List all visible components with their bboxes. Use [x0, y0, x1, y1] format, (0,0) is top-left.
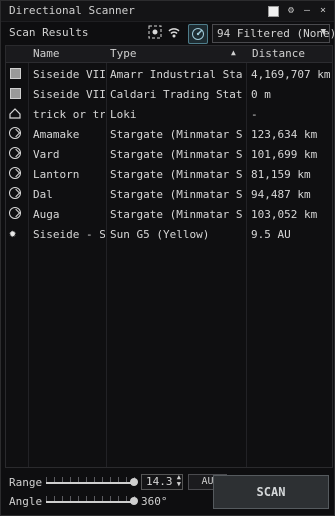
- toolbar: Scan Results 94 Filtered (None) ▼: [1, 22, 335, 44]
- angle-label: Angle: [9, 495, 43, 508]
- range-input-value: 14.3: [146, 475, 173, 488]
- stargate-icon: [9, 127, 23, 141]
- minimize-icon[interactable]: –: [301, 5, 313, 17]
- table-row[interactable]: Lantorn Stargate (Minmatar System) 81,159 …: [6, 164, 332, 184]
- type-cell: Caldari Trading Station: [110, 88, 243, 101]
- type-cell: Sun G5 (Yellow): [110, 228, 210, 241]
- angle-slider-fill: [46, 501, 135, 503]
- type-cell: Stargate (Minmatar System): [110, 208, 243, 221]
- name-cell: Dal: [33, 188, 53, 201]
- distance-cell: 9.5 AU: [251, 228, 291, 241]
- type-cell: Amarr Industrial Station: [110, 68, 243, 81]
- directional-scanner-window: Directional Scanner ⚙ – × Scan Results 9…: [0, 0, 335, 516]
- table-row[interactable]: Dal Stargate (Minmatar System) 94,487 km: [6, 184, 332, 204]
- signal-icon[interactable]: [166, 25, 182, 41]
- range-slider-fill: [46, 482, 135, 484]
- angle-value: 360°: [141, 495, 168, 508]
- name-cell: Siseide VII - Caldari Trading Station: [33, 88, 105, 101]
- table-header: Name Type ▲ Distance: [6, 46, 332, 63]
- name-cell: Amamake: [33, 128, 80, 141]
- range-slider-knob[interactable]: [130, 478, 139, 486]
- stargate-icon: [9, 167, 23, 181]
- distance-cell: 4,169,707 km: [251, 68, 330, 81]
- close-icon[interactable]: ×: [317, 5, 329, 17]
- filter-select-value: 94 Filtered (None): [217, 27, 335, 40]
- range-label: Range: [9, 476, 43, 489]
- filter-select[interactable]: 94 Filtered (None) ▼: [212, 24, 335, 43]
- stargate-icon: [9, 187, 23, 201]
- name-cell: Auga: [33, 208, 60, 221]
- name-cell: Siseide - Star: [33, 228, 105, 241]
- scan-button[interactable]: SCAN: [213, 475, 329, 509]
- table-row[interactable]: Vard Stargate (Minmatar System) 101,699 km: [6, 144, 332, 164]
- distance-cell: 0 m: [251, 88, 271, 101]
- camera-icon[interactable]: [147, 25, 163, 41]
- name-cell: Lantorn: [33, 168, 80, 181]
- type-cell: Stargate (Minmatar System): [110, 188, 243, 201]
- titlebar[interactable]: Directional Scanner ⚙ – ×: [1, 1, 334, 22]
- range-slider[interactable]: [46, 475, 139, 486]
- scan-results-table: Name Type ▲ Distance Siseide VII - Amarr…: [5, 45, 333, 468]
- distance-cell: -: [251, 108, 258, 121]
- pin-icon[interactable]: [267, 5, 279, 17]
- table-row[interactable]: trick or treet Loki -: [6, 104, 332, 124]
- stargate-icon: [9, 147, 23, 161]
- table-row[interactable]: Auga Stargate (Minmatar System) 103,052 km: [6, 204, 332, 224]
- range-input[interactable]: 14.3 ▲ ▼: [141, 474, 183, 490]
- distance-cell: 81,159 km: [251, 168, 311, 181]
- name-cell: trick or treet: [33, 108, 105, 121]
- distance-cell: 103,052 km: [251, 208, 318, 221]
- table-row[interactable]: Siseide VII - Amarr Industrial Station Am…: [6, 64, 332, 84]
- distance-cell: 123,634 km: [251, 128, 318, 141]
- station-icon: [9, 87, 23, 101]
- chevron-down-icon: ▼: [320, 27, 326, 37]
- name-cell: Vard: [33, 148, 60, 161]
- table-row[interactable]: Amamake Stargate (Minmatar System) 123,634…: [6, 124, 332, 144]
- type-cell: Loki: [110, 108, 137, 121]
- column-header-name[interactable]: Name: [33, 47, 60, 61]
- name-cell: Siseide VII - Amarr Industrial Station: [33, 68, 105, 81]
- sort-ascending-icon: ▲: [231, 48, 236, 57]
- angle-slider-knob[interactable]: [130, 497, 139, 505]
- dscan-toggle-icon[interactable]: [188, 24, 208, 44]
- column-header-distance[interactable]: Distance: [252, 47, 305, 61]
- type-cell: Stargate (Minmatar System): [110, 168, 243, 181]
- sun-icon: ✹: [9, 227, 17, 240]
- ship-icon: [9, 107, 23, 121]
- spinner-arrows-icon[interactable]: ▲ ▼: [177, 474, 181, 488]
- scan-results-label: Scan Results: [9, 26, 89, 39]
- table-row[interactable]: ✹ Siseide - Star Sun G5 (Yellow) 9.5 AU: [6, 224, 332, 244]
- type-cell: Stargate (Minmatar System): [110, 148, 243, 161]
- distance-cell: 94,487 km: [251, 188, 311, 201]
- window-title: Directional Scanner: [9, 4, 135, 17]
- distance-cell: 101,699 km: [251, 148, 318, 161]
- type-cell: Stargate (Minmatar System): [110, 128, 243, 141]
- angle-slider[interactable]: [46, 494, 139, 505]
- station-icon: [9, 67, 23, 81]
- column-header-type[interactable]: Type: [110, 47, 137, 61]
- table-row[interactable]: Siseide VII - Caldari Trading Station Cal…: [6, 84, 332, 104]
- gear-icon[interactable]: ⚙: [285, 5, 297, 17]
- stargate-icon: [9, 207, 23, 221]
